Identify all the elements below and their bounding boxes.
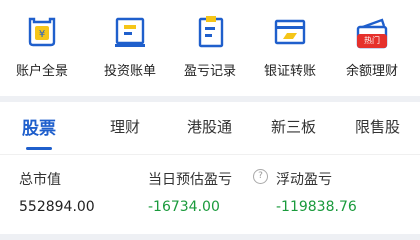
shortcut-bank-transfer[interactable]: 银证转账 — [248, 14, 332, 79]
total-market-value-label: 总市值 — [19, 172, 61, 188]
account-overview-icon: ¥ — [24, 14, 60, 50]
profit-loss-record-icon — [192, 14, 228, 50]
svg-text:¥: ¥ — [39, 29, 45, 40]
floating-pnl-label: 浮动盈亏 — [276, 172, 332, 188]
asset-tabs: 股票 理财 港股通 新三板 限售股 — [0, 102, 420, 155]
investment-bill-icon — [112, 14, 148, 50]
tab-neeq[interactable]: 新三板 — [271, 116, 316, 137]
tab-restricted-shares[interactable]: 限售股 — [355, 116, 400, 137]
shortcut-account-overview[interactable]: ¥ 账户全景 — [0, 14, 84, 79]
balance-wealth-icon: 热门 — [354, 14, 390, 50]
tab-hk-connect[interactable]: 港股通 — [187, 116, 232, 137]
active-tab-indicator — [26, 147, 52, 150]
total-market-value: 552894.00 — [19, 199, 95, 215]
shortcut-label: 账户全景 — [15, 64, 68, 79]
shortcut-bar: ¥ 账户全景 投资账单 盈亏记录 银证转账 热门 余额理财 — [0, 0, 420, 96]
floating-pnl-value: -119838.76 — [276, 199, 357, 215]
help-icon[interactable]: ? — [253, 169, 268, 184]
today-pnl-label: 当日预估盈亏 — [148, 172, 232, 188]
tab-wealth[interactable]: 理财 — [110, 116, 140, 137]
bank-transfer-icon — [272, 14, 308, 50]
shortcut-balance-wealth[interactable]: 热门 余额理财 — [330, 14, 414, 79]
shortcut-label: 投资账单 — [103, 64, 156, 79]
shortcut-label: 盈亏记录 — [183, 64, 236, 79]
tab-stocks[interactable]: 股票 — [22, 114, 56, 139]
hot-badge: 热门 — [357, 34, 387, 48]
shortcut-investment-bill[interactable]: 投资账单 — [88, 14, 172, 79]
asset-summary: 总市值 552894.00 当日预估盈亏 ? -16734.00 浮动盈亏 -1… — [0, 155, 420, 234]
shortcut-label: 银证转账 — [263, 64, 316, 79]
shortcut-label: 余额理财 — [345, 64, 398, 79]
today-pnl-value: -16734.00 — [148, 199, 220, 215]
shortcut-profit-loss-record[interactable]: 盈亏记录 — [168, 14, 252, 79]
